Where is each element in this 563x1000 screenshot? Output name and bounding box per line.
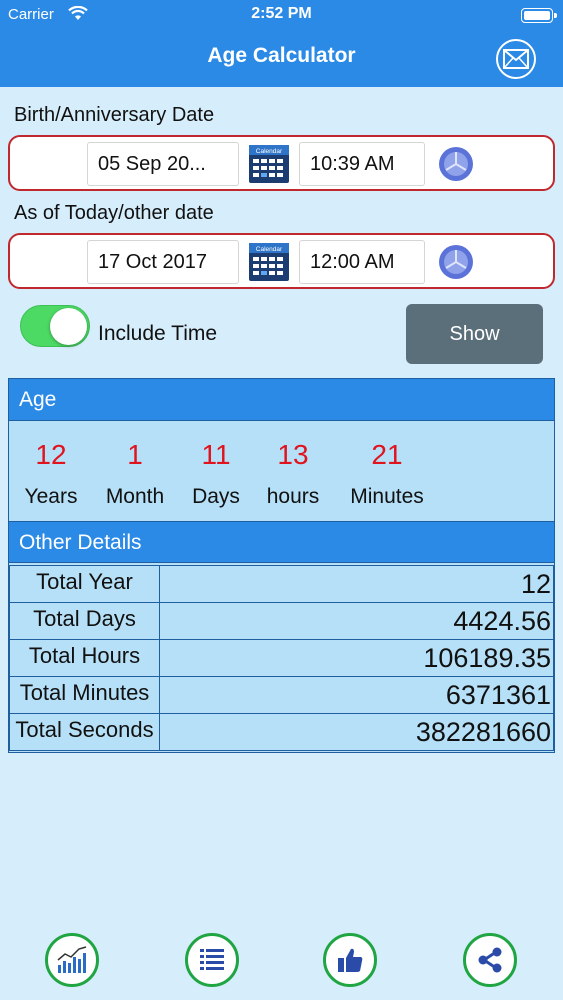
share-icon (478, 947, 502, 973)
detail-value: 106189.35 (159, 639, 554, 677)
age-value: 12 (35, 439, 67, 470)
nav-bar: Carrier 2:52 PM Age Calculator (0, 0, 563, 87)
like-button[interactable] (323, 933, 377, 987)
mail-button[interactable] (496, 39, 536, 79)
include-time-label: Include Time (98, 322, 218, 345)
age-panel: Age 12 Years 1 Month 11 Days 13 hours 21… (8, 378, 555, 753)
detail-value: 6371361 (159, 676, 554, 714)
age-years: 12 Years (23, 439, 79, 509)
page-title: Age Calculator (207, 44, 356, 67)
birth-date-label: Birth/Anniversary Date (14, 104, 215, 126)
details-table: Total Year 12 Total Days 4424.56 Total H… (9, 565, 554, 751)
age-unit: Years (24, 485, 78, 508)
age-value: 13 (277, 439, 309, 470)
age-header: Age (9, 379, 554, 421)
detail-key: Total Minutes (9, 676, 160, 714)
age-value: 21 (371, 439, 403, 470)
chart-button[interactable] (45, 933, 99, 987)
age-value: 11 (201, 439, 231, 470)
table-row: Total Seconds 382281660 (9, 713, 554, 751)
table-row: Total Year 12 (9, 565, 554, 603)
age-unit: hours (266, 485, 320, 508)
detail-key: Total Hours (9, 639, 160, 677)
detail-key: Total Seconds (9, 713, 160, 751)
age-unit: Month (105, 485, 165, 508)
age-months: 1 Month (99, 439, 171, 509)
list-icon (200, 949, 224, 970)
show-button[interactable]: Show (406, 304, 543, 364)
thumbs-up-icon (338, 948, 363, 972)
calendar-icon[interactable]: Calendar (249, 145, 289, 183)
calendar-icon-text: Calendar (256, 246, 283, 253)
detail-value: 382281660 (159, 713, 554, 751)
asof-date-row: 17 Oct 2017 Calendar 12:00 AM (8, 233, 555, 289)
age-value: 1 (127, 439, 143, 470)
status-time: 2:52 PM (251, 5, 312, 22)
asof-time-field[interactable]: 12:00 AM (299, 240, 425, 284)
age-unit: Days (192, 485, 240, 508)
asof-date-label: As of Today/other date (14, 202, 214, 224)
detail-value: 4424.56 (159, 602, 554, 640)
age-hours: 13 hours (260, 439, 326, 509)
age-days: 11 Days (186, 439, 246, 509)
clock-icon[interactable] (438, 146, 474, 182)
clock-icon[interactable] (438, 244, 474, 280)
calendar-icon-text: Calendar (256, 148, 283, 155)
table-row: Total Minutes 6371361 (9, 676, 554, 714)
age-minutes: 21 Minutes (342, 439, 432, 509)
birth-time-field[interactable]: 10:39 AM (299, 142, 425, 186)
list-button[interactable] (185, 933, 239, 987)
detail-value: 12 (159, 565, 554, 603)
other-details-header: Other Details (9, 521, 554, 563)
detail-key: Total Days (9, 602, 160, 640)
birth-date-field[interactable]: 05 Sep 20... (87, 142, 239, 186)
table-row: Total Days 4424.56 (9, 602, 554, 640)
status-bar: Carrier 2:52 PM (0, 0, 563, 30)
include-time-toggle[interactable] (20, 305, 90, 347)
share-button[interactable] (463, 933, 517, 987)
battery-icon (521, 8, 557, 23)
detail-key: Total Year (9, 565, 160, 603)
chart-icon (57, 946, 87, 973)
table-row: Total Hours 106189.35 (9, 639, 554, 677)
mail-icon (503, 49, 529, 69)
birth-date-row: 05 Sep 20... Calendar 10:39 AM (8, 135, 555, 191)
calendar-icon[interactable]: Calendar (249, 243, 289, 281)
age-unit: Minutes (350, 485, 424, 508)
asof-date-field[interactable]: 17 Oct 2017 (87, 240, 239, 284)
